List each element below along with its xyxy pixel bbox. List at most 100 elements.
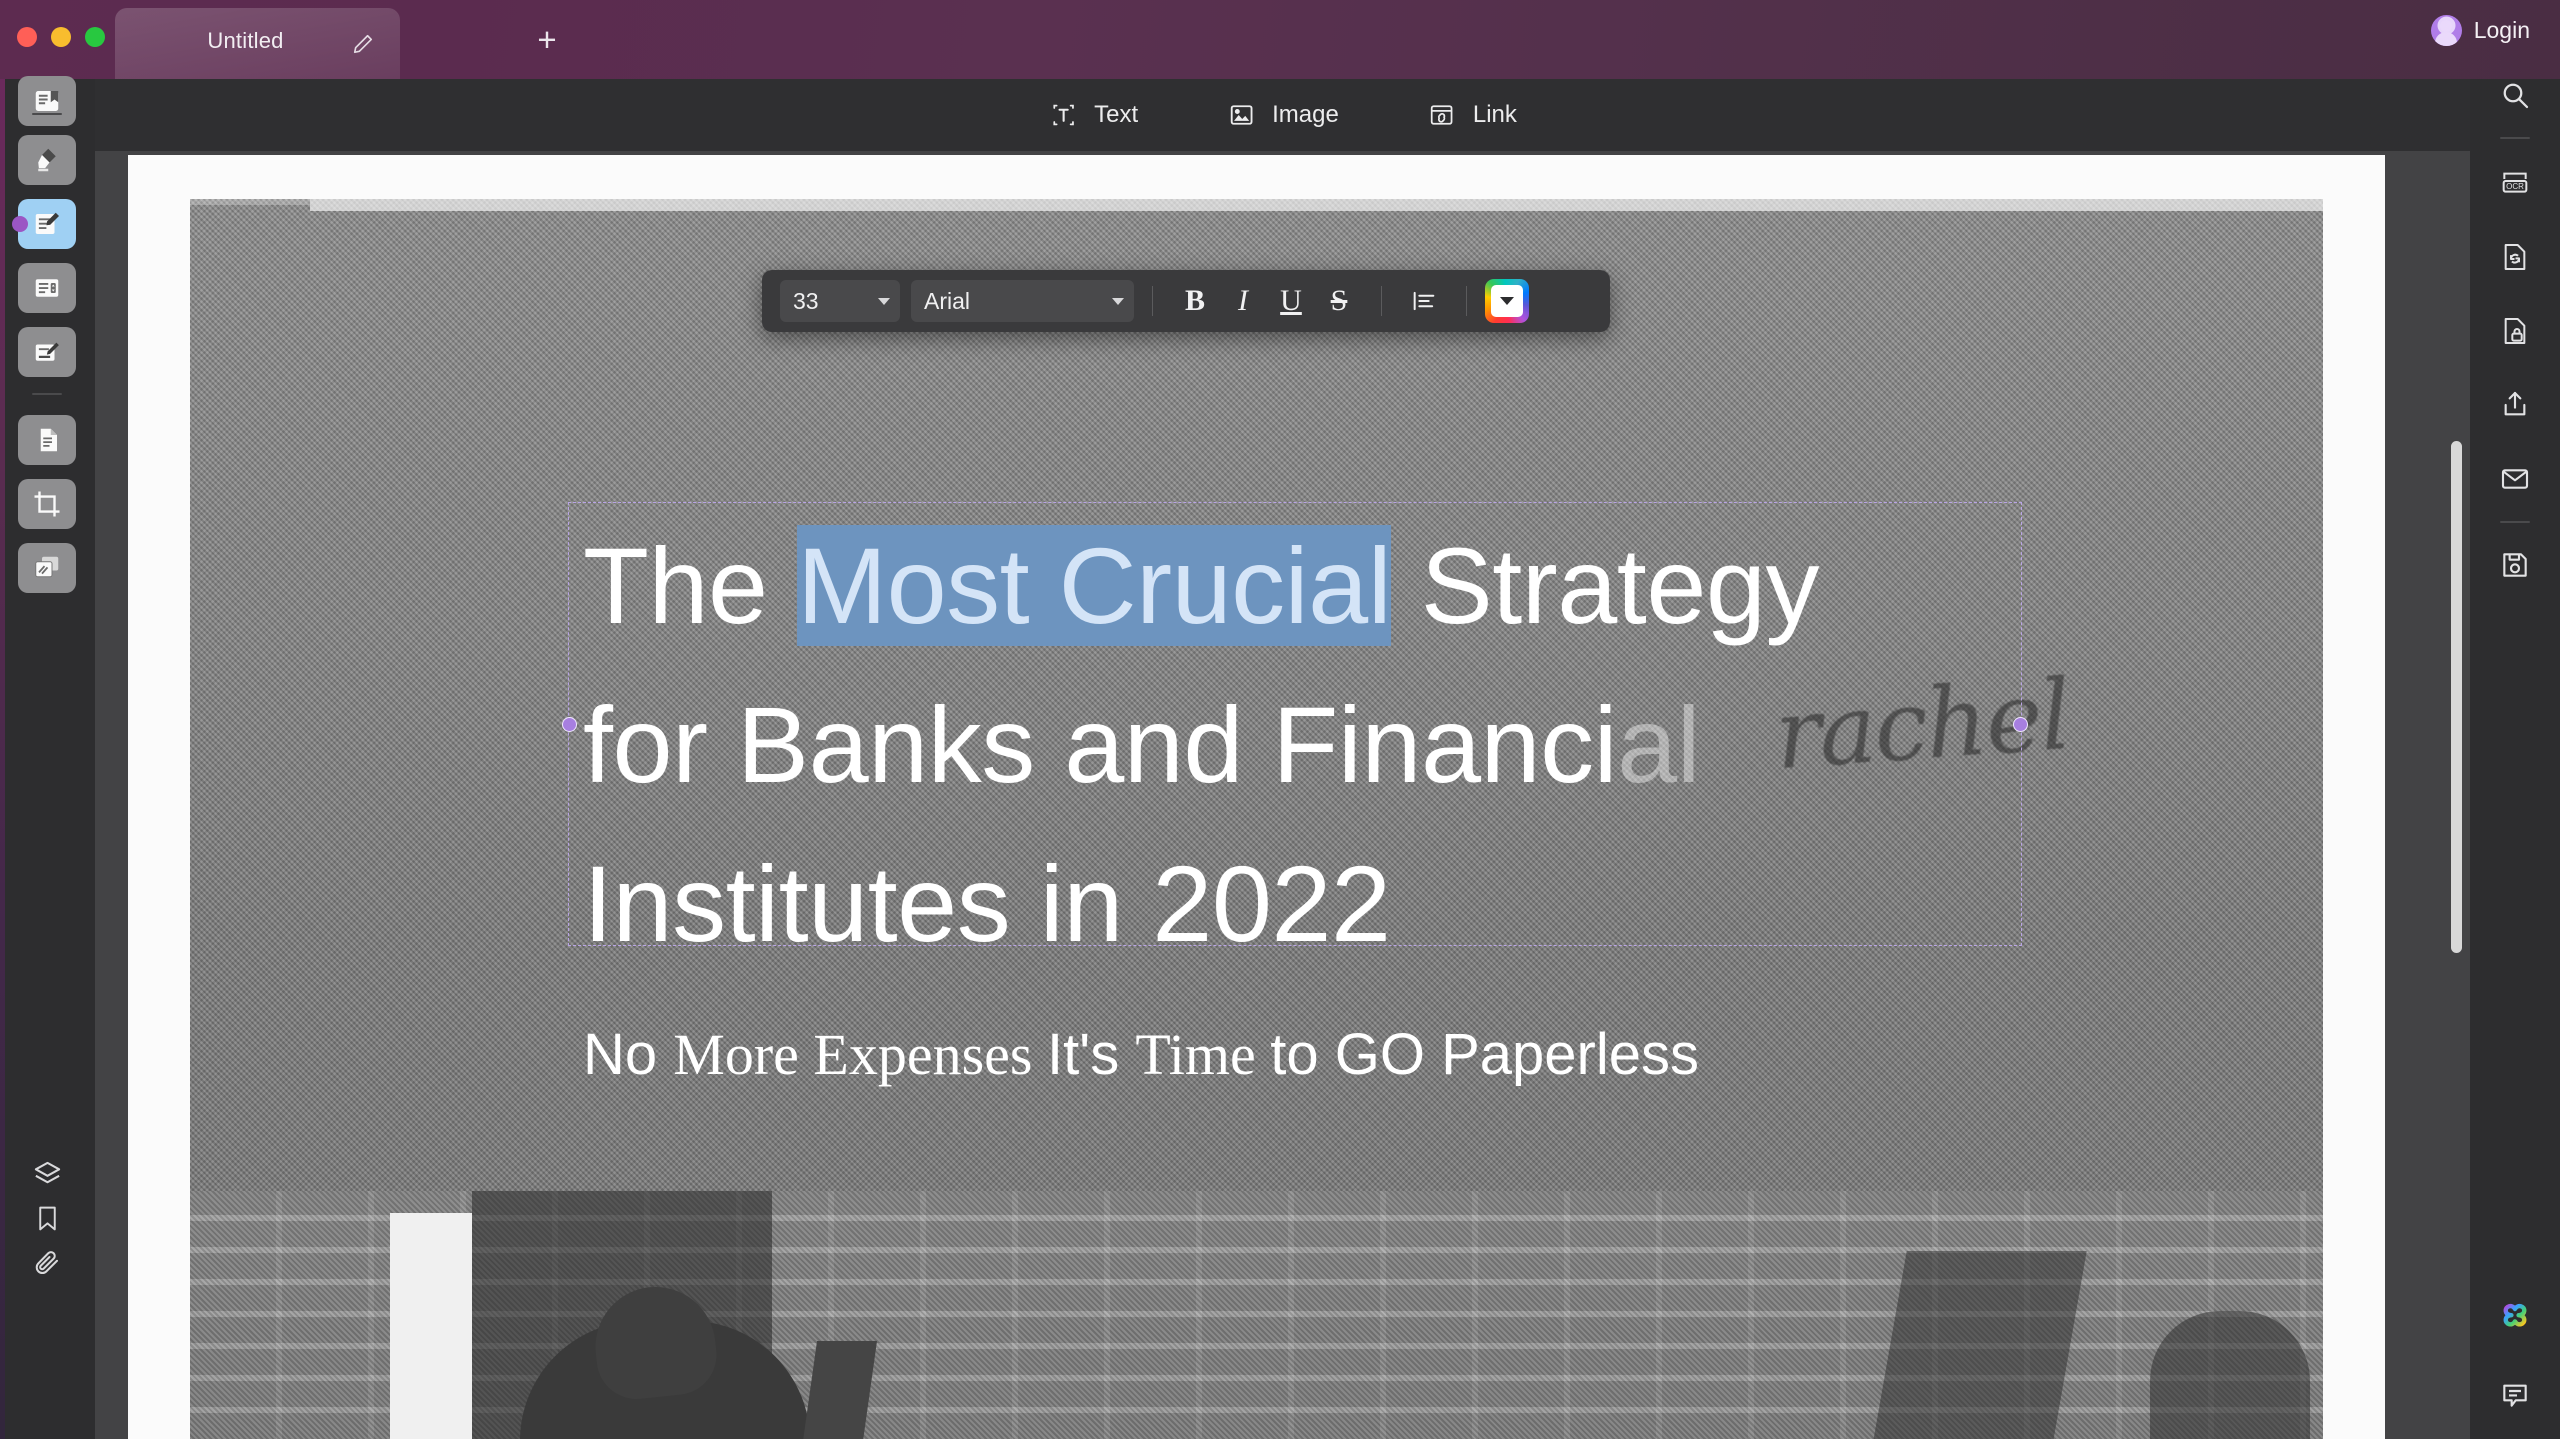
- sign-document-icon: [35, 342, 59, 361]
- chevron-down-icon: [1500, 297, 1514, 305]
- ocr-icon: OCR: [2502, 172, 2528, 193]
- link-tool-icon: [1427, 100, 1457, 130]
- sidebar-item-share[interactable]: [2486, 379, 2544, 431]
- align-button[interactable]: [1400, 279, 1448, 323]
- subtitle-text-block[interactable]: No More Expenses It's Time to GO Paperle…: [583, 1022, 1883, 1088]
- subtitle-part-5: to GO Paperless: [1270, 1022, 1699, 1087]
- sidebar-item-read-mode[interactable]: [18, 76, 76, 126]
- italic-button[interactable]: I: [1219, 279, 1267, 323]
- font-size-dropdown[interactable]: 33: [780, 280, 900, 322]
- paperclip-icon: [35, 1251, 58, 1275]
- color-swatch: [1491, 285, 1523, 317]
- bold-button[interactable]: B: [1171, 279, 1219, 323]
- headline-selected-text[interactable]: Most Crucial: [797, 525, 1392, 646]
- sidebar-item-search[interactable]: [2486, 69, 2544, 121]
- sidebar-item-convert[interactable]: [2486, 231, 2544, 283]
- crop-icon: [34, 491, 60, 517]
- sidebar-item-layers[interactable]: [18, 1149, 76, 1199]
- photo-light-panel: [390, 1213, 472, 1439]
- login-label: Login: [2473, 16, 2530, 43]
- sidebar-item-ai-assistant[interactable]: [2486, 1289, 2544, 1341]
- toolbar-item-link[interactable]: Link: [1419, 94, 1525, 136]
- convert-document-icon: [2504, 244, 2526, 270]
- scan-top-strip-left: [190, 199, 310, 205]
- editor-toolbar: Text Image Link: [95, 79, 2470, 151]
- text-tool-icon: [1048, 100, 1078, 130]
- highlighter-icon: [38, 148, 56, 172]
- headline-text-block[interactable]: The Most Crucial Strategy for Banks and …: [583, 507, 2023, 983]
- align-left-icon: [1413, 291, 1435, 311]
- lock-document-icon: [2504, 318, 2526, 344]
- resize-handle-left[interactable]: [562, 717, 577, 732]
- toolbar-label-text: Text: [1094, 101, 1139, 128]
- floppy-save-icon: [2503, 553, 2527, 577]
- sidebar-item-feedback[interactable]: [2486, 1369, 2544, 1421]
- sidebar-item-annotate-sign[interactable]: [18, 327, 76, 377]
- tab-title: Untitled: [207, 27, 284, 53]
- bookmark-icon: [38, 1206, 56, 1230]
- format-divider-2: [1381, 286, 1382, 316]
- chat-bubble-icon: [2503, 1384, 2527, 1407]
- sidebar-item-bookmarks[interactable]: [18, 1193, 76, 1243]
- form-list-icon: [35, 279, 59, 297]
- sidebar-item-edit-text[interactable]: [12, 199, 76, 249]
- sidebar-item-form-fields[interactable]: [18, 263, 76, 313]
- ai-clover-icon: [2503, 1303, 2527, 1327]
- font-size-value: 33: [793, 287, 819, 314]
- app-window: Untitled + Login OCR Text Image Link rac…: [0, 0, 2560, 1439]
- document-canvas[interactable]: rachel The Most Crucial Strategy for Ban…: [95, 151, 2470, 1439]
- rail-divider-2: [32, 393, 62, 395]
- envelope-icon: [2501, 469, 2529, 489]
- zoom-window-button[interactable]: [85, 27, 105, 47]
- sidebar-item-protect[interactable]: [2486, 305, 2544, 357]
- stacked-cards-icon: [35, 556, 59, 578]
- color-picker-button[interactable]: [1485, 279, 1529, 323]
- traffic-lights: [17, 27, 105, 47]
- sidebar-item-highlight-tool[interactable]: [18, 135, 76, 185]
- subtitle-part-1: No: [583, 1022, 674, 1087]
- right-toolbar-rail: OCR: [2470, 79, 2560, 1439]
- document-page: rachel The Most Crucial Strategy for Ban…: [128, 155, 2385, 1439]
- scanned-photo: [190, 1191, 2323, 1439]
- new-tab-button[interactable]: +: [530, 22, 564, 56]
- strikethrough-button[interactable]: S: [1315, 279, 1363, 323]
- sidebar-item-save[interactable]: [2486, 539, 2544, 591]
- underline-button[interactable]: U: [1267, 279, 1315, 323]
- sidebar-item-crop-page[interactable]: [18, 479, 76, 529]
- edit-document-icon: [35, 212, 59, 234]
- sidebar-item-attachments[interactable]: [18, 1237, 76, 1287]
- login-button[interactable]: Login: [2417, 10, 2544, 50]
- title-bar: Untitled + Login: [0, 0, 2560, 79]
- headline-before-selection: The: [583, 525, 798, 646]
- right-rail-divider: [2500, 137, 2530, 139]
- photo-dark-region-right: [1873, 1251, 2087, 1439]
- subtitle-part-4: Time: [1135, 1022, 1271, 1087]
- document-tab[interactable]: Untitled: [115, 8, 400, 79]
- toolbar-label-link: Link: [1472, 101, 1517, 128]
- sidebar-item-slides-view[interactable]: [18, 543, 76, 593]
- sidebar-item-organize-pages[interactable]: [18, 415, 76, 465]
- chevron-down-icon: [878, 297, 890, 305]
- minimize-window-button[interactable]: [51, 27, 71, 47]
- subtitle-part-3: It's: [1046, 1022, 1136, 1087]
- toolbar-item-image[interactable]: Image: [1218, 94, 1347, 136]
- scan-top-strip: [310, 199, 2323, 211]
- svg-text:OCR: OCR: [2506, 182, 2524, 191]
- chevron-down-icon: [1112, 297, 1124, 305]
- vertical-scrollbar[interactable]: [2451, 441, 2462, 953]
- headline-line-three: Institutes in 2022: [583, 842, 1391, 964]
- font-family-dropdown[interactable]: Arial: [911, 280, 1134, 322]
- close-window-button[interactable]: [17, 27, 37, 47]
- active-indicator: [12, 216, 28, 232]
- sidebar-item-ocr[interactable]: OCR: [2486, 157, 2544, 209]
- rail-divider: [32, 113, 62, 115]
- photo-person-right: [2150, 1311, 2310, 1439]
- pencil-icon[interactable]: [352, 33, 374, 55]
- format-divider-3: [1466, 286, 1467, 316]
- toolbar-item-text[interactable]: Text: [1040, 94, 1146, 136]
- image-tool-icon: [1226, 100, 1256, 130]
- sidebar-item-email[interactable]: [2486, 453, 2544, 505]
- toolbar-label-image: Image: [1272, 101, 1339, 128]
- headline-faded-tail: al: [1617, 683, 1701, 805]
- text-format-toolbar: 33 Arial B I U S: [762, 270, 1610, 332]
